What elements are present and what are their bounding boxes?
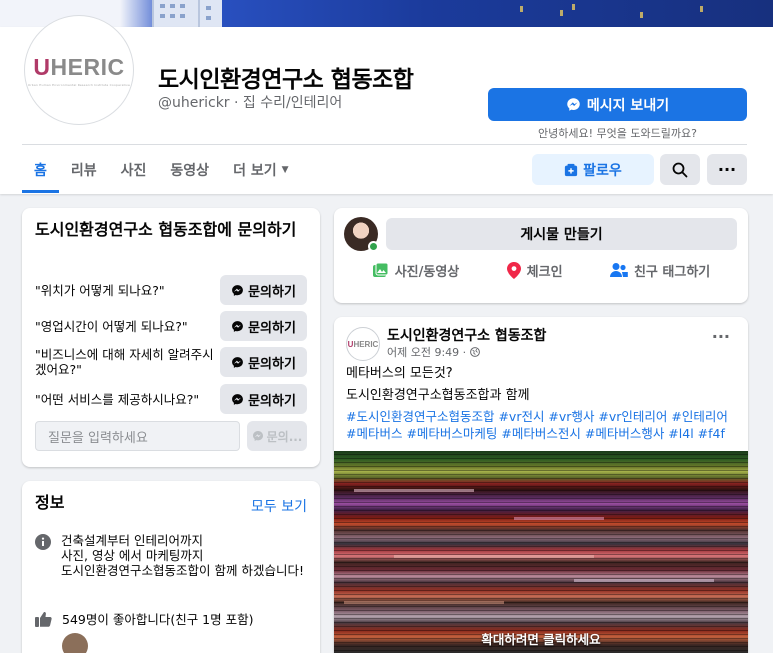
ask-row: "비즈니스에 대해 자세히 알려주시겠어요?" 문의하기 xyxy=(35,347,307,377)
send-message-button[interactable]: 메시지 보내기 xyxy=(488,88,747,121)
ask-row: "영업시간이 어떻게 되나요?" 문의하기 xyxy=(35,311,307,341)
ask-question: "영업시간이 어떻게 되나요?" xyxy=(35,318,188,334)
thumbs-up-icon xyxy=(35,611,52,627)
ask-button[interactable]: 문의하기 xyxy=(220,275,307,305)
post-author-avatar[interactable]: U HERIC xyxy=(346,327,380,361)
intro-description: 건축설계부터 인테리어까지 사진, 영상 에서 마케팅까지 도시인환경연구소협동… xyxy=(61,533,304,578)
ask-input[interactable]: 질문을 입력하세요 xyxy=(35,421,240,451)
ask-send-button[interactable]: 문의... xyxy=(247,421,307,451)
search-button[interactable] xyxy=(660,154,700,185)
messenger-icon xyxy=(232,393,243,405)
intro-title: 정보 xyxy=(35,493,65,512)
likes-count: 549명이 좋아합니다(친구 1명 포함) xyxy=(62,611,254,627)
messenger-icon xyxy=(252,431,263,441)
profile-picture[interactable]: UHERIC Urban Human Environmental Researc… xyxy=(24,15,134,125)
more-options-button[interactable]: ··· xyxy=(707,154,747,185)
ask-card: 도시인환경연구소 협동조합에 문의하기 "위치가 어떻게 되나요?" 문의하기 … xyxy=(22,208,320,467)
post-hashtags[interactable]: #도시인환경연구소협동조합 #vr전시 #vr행사 #vr인테리어 #인테리어 … xyxy=(346,408,741,442)
page-tabs: 홈 리뷰 사진 동영상 더 보기 ▼ xyxy=(22,147,301,193)
ask-question: "비즈니스에 대해 자세히 알려주시겠어요?" xyxy=(35,347,214,377)
post-timestamp[interactable]: 어제 오전 9:49 · xyxy=(387,344,480,360)
post-image[interactable]: 확대하려면 클릭하세요 xyxy=(334,451,748,653)
ask-row: "위치가 어떻게 되나요?" 문의하기 xyxy=(35,275,307,305)
check-in-button[interactable]: 체크인 xyxy=(506,261,563,280)
search-icon xyxy=(672,162,688,177)
ask-question: "위치가 어떻게 되나요?" xyxy=(35,282,165,298)
page-header: UHERIC Urban Human Environmental Researc… xyxy=(0,15,773,194)
zoom-hint: 확대하려면 클릭하세요 xyxy=(481,632,601,647)
ask-button[interactable]: 문의하기 xyxy=(220,311,307,341)
follow-button[interactable]: 팔로우 xyxy=(532,154,654,185)
tag-friends-icon xyxy=(609,263,628,277)
post-author[interactable]: 도시인환경연구소 협동조합 xyxy=(387,325,546,345)
photo-video-button[interactable]: 사진/동영상 xyxy=(372,261,459,280)
friend-avatar[interactable] xyxy=(62,633,88,653)
intro-card: 정보 모두 보기 건축설계부터 인테리어까지 사진, 영상 에서 마케팅까지 도… xyxy=(22,481,320,653)
messenger-icon xyxy=(567,98,580,111)
composer-card: 게시물 만들기 사진/동영상 체크인 친구 태그하기 xyxy=(334,208,748,303)
post-options-button[interactable]: ··· xyxy=(712,327,730,346)
location-pin-icon xyxy=(506,262,521,279)
messenger-icon xyxy=(232,356,243,368)
info-icon xyxy=(35,534,51,550)
ask-title: 도시인환경연구소 협동조합에 문의하기 xyxy=(35,220,297,239)
send-message-label: 메시지 보내기 xyxy=(586,97,670,114)
ask-button[interactable]: 문의하기 xyxy=(220,347,307,377)
composer-actions: 사진/동영상 체크인 친구 태그하기 xyxy=(334,261,748,280)
follow-icon xyxy=(565,163,578,176)
follow-label: 팔로우 xyxy=(583,162,622,179)
page-title: 도시인환경연구소 협동조합 xyxy=(158,67,414,93)
messenger-icon xyxy=(232,320,243,332)
see-all-link[interactable]: 모두 보기 xyxy=(251,496,307,516)
ask-row: "어떤 서비스를 제공하시나요?" 문의하기 xyxy=(35,384,307,414)
ask-question: "어떤 서비스를 제공하시나요?" xyxy=(35,391,200,407)
tab-more[interactable]: 더 보기 ▼ xyxy=(221,147,300,193)
photo-icon xyxy=(372,262,389,277)
page-handle-category: @uherickr · 집 수리/인테리어 xyxy=(158,95,343,111)
more-dots-icon: ··· xyxy=(711,327,730,346)
ask-button[interactable]: 문의하기 xyxy=(220,384,307,414)
caret-down-icon: ▼ xyxy=(281,165,289,175)
likes-row: 549명이 좋아합니다(친구 1명 포함) xyxy=(35,611,254,627)
online-status-icon xyxy=(368,241,379,252)
tab-videos[interactable]: 동영상 xyxy=(158,147,221,193)
globe-icon xyxy=(469,347,480,357)
tab-reviews[interactable]: 리뷰 xyxy=(59,147,109,193)
post-card: U HERIC 도시인환경연구소 협동조합 어제 오전 9:49 · ··· 메타… xyxy=(334,317,748,653)
create-post-button[interactable]: 게시물 만들기 xyxy=(386,218,737,250)
tab-home[interactable]: 홈 xyxy=(22,147,59,193)
more-dots-icon: ··· xyxy=(717,160,737,179)
intro-description-row: 건축설계부터 인테리어까지 사진, 영상 에서 마케팅까지 도시인환경연구소협동… xyxy=(35,533,311,578)
tab-photos[interactable]: 사진 xyxy=(109,147,159,193)
brand-logo-subtitle: Urban Human Environmental Research Insti… xyxy=(27,82,131,87)
message-hint: 안녕하세요! 무엇을 도와드릴까요? xyxy=(538,127,697,140)
header-divider xyxy=(22,144,747,145)
messenger-icon xyxy=(232,284,243,296)
post-text-line2: 도시인환경연구소협동조합과 함께 xyxy=(346,388,530,403)
tag-friends-button[interactable]: 친구 태그하기 xyxy=(609,261,710,280)
cover-photo[interactable] xyxy=(0,0,773,27)
brand-logo: UHERIC xyxy=(33,53,125,80)
post-text-line1: 메타버스의 모든것? xyxy=(346,366,453,381)
